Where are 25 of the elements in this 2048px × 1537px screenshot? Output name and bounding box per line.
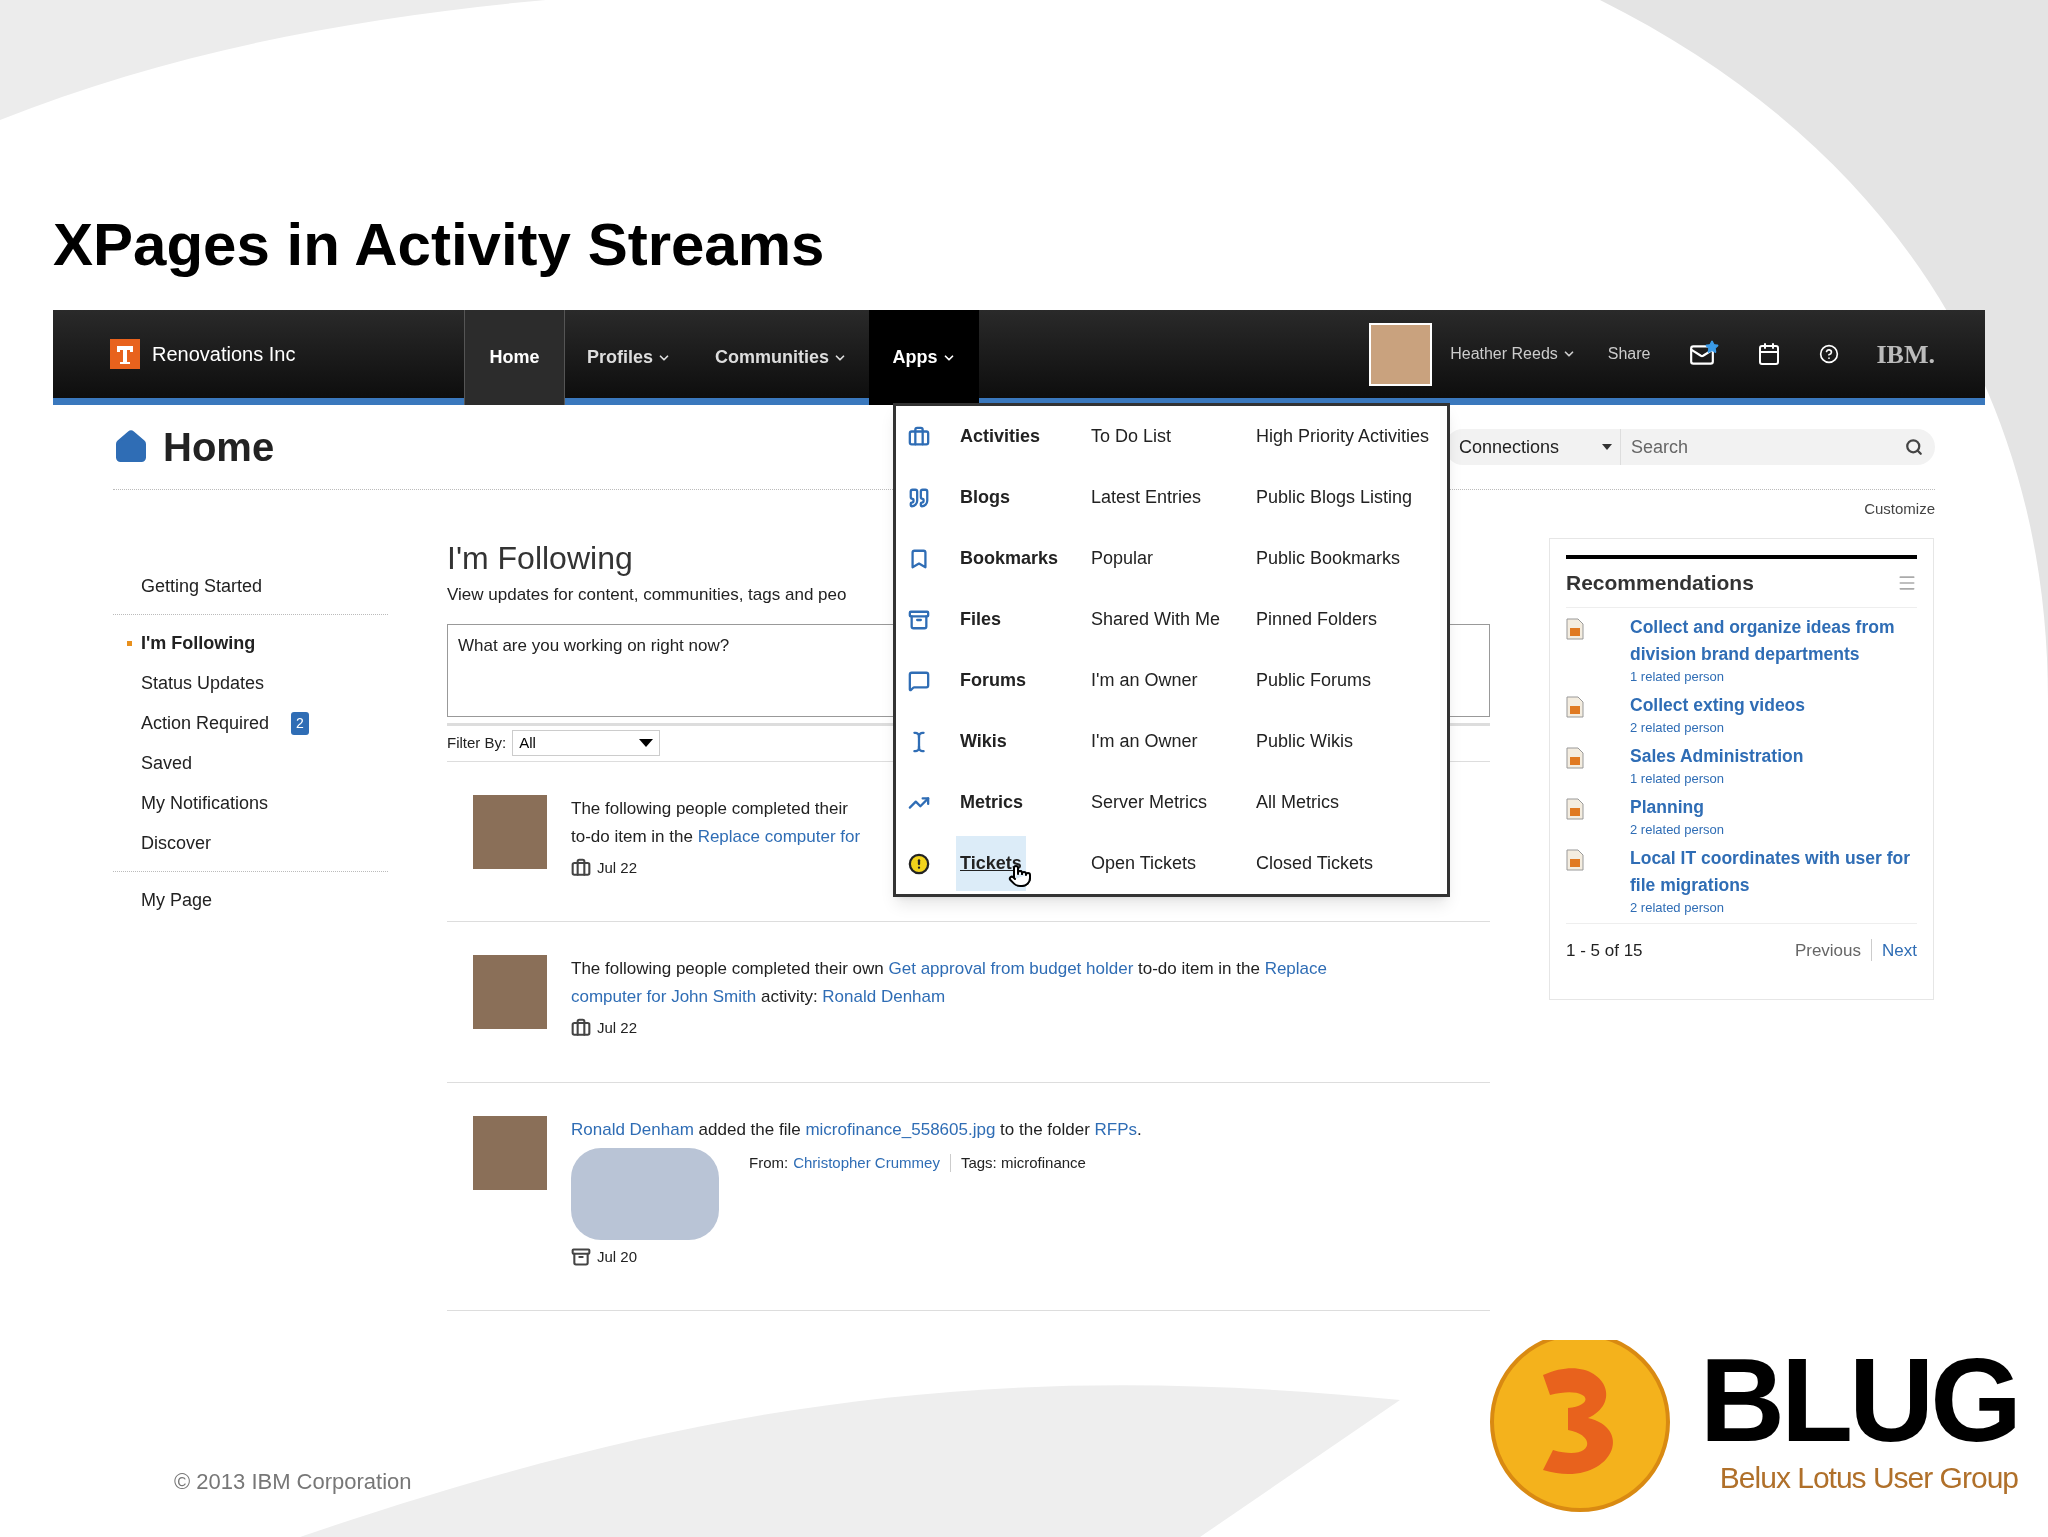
card-title: Recommendations <box>1566 570 1754 596</box>
date-text: Jul 22 <box>597 857 638 878</box>
count-badge: 2 <box>291 711 309 735</box>
related-count: 2 related person <box>1630 718 1725 737</box>
activity-text: The following people completed their to-do item in the Replace computer for <box>571 797 861 848</box>
related-count: 2 related person <box>1630 820 1724 839</box>
related-count: 1 related person <box>1630 769 1725 788</box>
vendor-logo: IBM. <box>1876 338 1935 371</box>
date-text: Jul 22 <box>597 1018 638 1038</box>
range-text: 1 - 5 of 15 <box>1566 939 1643 962</box>
filter-label: Filter By: <box>447 732 507 753</box>
stream-title: I'm Following <box>447 539 633 578</box>
from-label: From: <box>749 1152 789 1173</box>
slide-title: XPages in Activity Streams <box>52 210 826 280</box>
stream-description: View updates for content, communities, tags and peo <box>447 584 847 606</box>
logo-tagline: Belux Lotus User Group <box>1719 1459 2018 1496</box>
page-title: Home <box>163 424 275 471</box>
activity-text: Ronald Denham added the file microfinance_558605.jpg to the folder RFPs. <box>571 1118 1142 1141</box>
tags-text: Tags: microfinance <box>960 1152 1086 1173</box>
logo-wordmark: BLUG <box>1699 1344 2018 1455</box>
activity-text: The following people completed their own Get approval from budget holder to-do item in the Replace computer for John Smith activity: Ronald Denham <box>571 958 1327 1008</box>
date-text: Jul 20 <box>597 1246 638 1267</box>
related-count: 1 related person <box>1630 667 1725 686</box>
copyright-text: © 2013 IBM Corporation <box>174 1468 412 1496</box>
related-count: 2 related person <box>1630 898 1725 917</box>
